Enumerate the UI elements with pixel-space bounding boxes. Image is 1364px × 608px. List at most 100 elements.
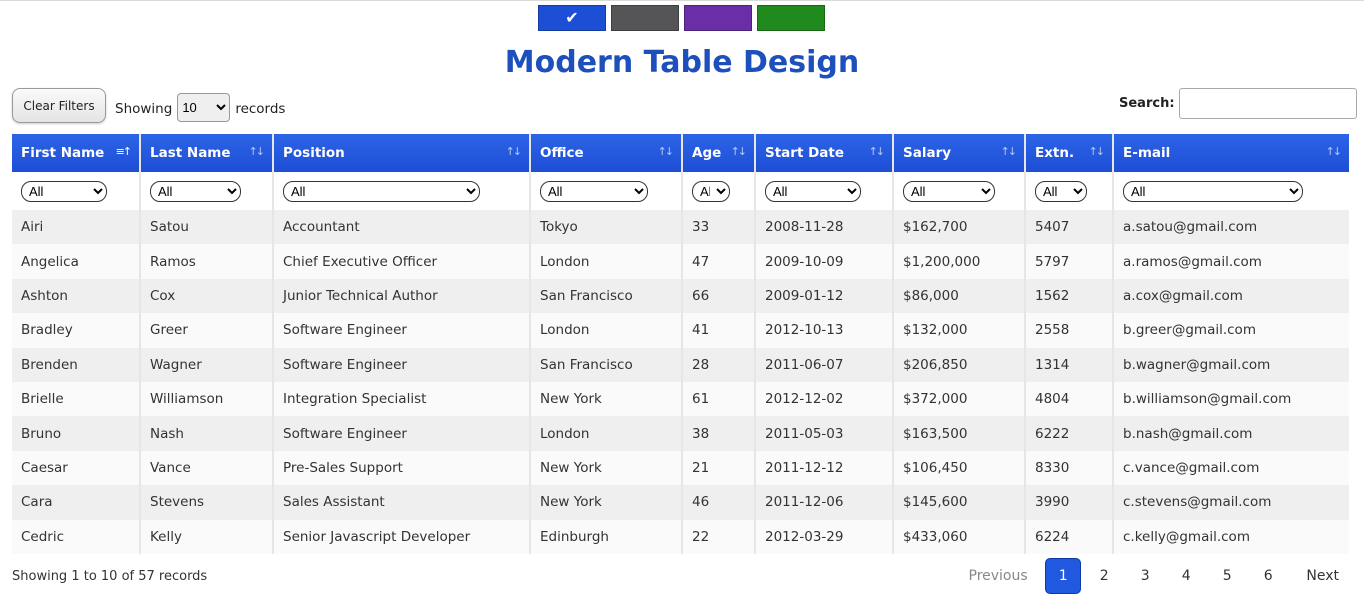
column-filter-select[interactable]: All xyxy=(692,180,730,202)
table-cell: New York xyxy=(530,485,683,520)
table-cell: 2011-05-03 xyxy=(755,416,894,451)
table-cell: Greer xyxy=(140,313,274,348)
column-header-label: Age xyxy=(692,145,722,161)
page-button[interactable]: 5 xyxy=(1209,558,1245,594)
table-row[interactable]: Brielle Williamson Integration Specialist N… xyxy=(12,381,1349,417)
table-cell: New York xyxy=(530,450,683,486)
column-header-label: Start Date xyxy=(765,145,845,161)
table-row[interactable]: Bruno Nash Software Engineer London 38 2011-0… xyxy=(12,416,1349,451)
page-button[interactable]: 4 xyxy=(1168,558,1204,594)
column-filter-select[interactable]: All xyxy=(540,180,648,202)
table-cell: 1314 xyxy=(1025,347,1114,382)
table-row[interactable]: Ashton Cox Junior Technical Author San Fran… xyxy=(12,278,1349,314)
theme-swatch-blue[interactable]: ✔ xyxy=(538,5,606,31)
table-cell: $106,450 xyxy=(893,450,1026,486)
table-cell: 2011-12-06 xyxy=(755,485,894,520)
column-header[interactable]: Extn. ↑↓ xyxy=(1025,134,1114,172)
column-filter-select[interactable]: All xyxy=(1035,180,1087,202)
column-filter-select[interactable]: All xyxy=(150,180,241,202)
data-table: First Name ≡↑ Last Name ↑↓ Position ↑↓ Office ↑… xyxy=(12,134,1349,554)
sort-icon: ↑↓ xyxy=(1325,145,1343,158)
table-cell: $162,700 xyxy=(893,210,1026,245)
table-row[interactable]: Caesar Vance Pre-Sales Support New York 21 20… xyxy=(12,450,1349,486)
page-button[interactable]: 1 xyxy=(1045,558,1082,594)
previous-page-button[interactable]: Previous xyxy=(963,558,1034,594)
records-label: records xyxy=(235,100,286,117)
next-page-button[interactable]: Next xyxy=(1297,558,1349,594)
table-cell: b.wagner@gmail.com xyxy=(1113,347,1349,382)
table-cell: $132,000 xyxy=(893,313,1026,348)
page-button[interactable]: 3 xyxy=(1127,558,1163,594)
table-cell: 5797 xyxy=(1025,244,1114,279)
table-cell: $1,200,000 xyxy=(893,244,1026,279)
table-cell: 6222 xyxy=(1025,416,1114,451)
table-cell: 2558 xyxy=(1025,313,1114,348)
table-cell: b.nash@gmail.com xyxy=(1113,416,1349,451)
table-cell: 61 xyxy=(682,381,756,417)
page-length-control: Showing 10 records xyxy=(115,93,286,122)
table-cell: 28 xyxy=(682,347,756,382)
table-cell: $145,600 xyxy=(893,485,1026,520)
column-header[interactable]: Start Date ↑↓ xyxy=(755,134,894,172)
sort-icon: ↑↓ xyxy=(248,145,266,158)
clear-filters-button[interactable]: Clear Filters xyxy=(12,88,106,123)
sort-icon: ↑↓ xyxy=(1088,145,1106,158)
table-cell: Brenden xyxy=(12,347,141,382)
table-cell: Integration Specialist xyxy=(273,381,531,417)
column-filter-select[interactable]: All xyxy=(765,180,861,202)
filter-row: All All All All All All All All All xyxy=(12,172,1349,210)
table-row[interactable]: Cedric Kelly Senior Javascript Developer Ed… xyxy=(12,519,1349,554)
table-cell: c.vance@gmail.com xyxy=(1113,450,1349,486)
filter-cell: All xyxy=(893,172,1026,210)
table-row[interactable]: Brenden Wagner Software Engineer San Franci… xyxy=(12,347,1349,382)
column-header[interactable]: Position ↑↓ xyxy=(273,134,531,172)
pagination: Previous 1 2 3 4 5 6 Next xyxy=(960,558,1351,594)
column-header[interactable]: Age ↑↓ xyxy=(682,134,756,172)
column-header[interactable]: Office ↑↓ xyxy=(530,134,683,172)
column-filter-select[interactable]: All xyxy=(21,180,107,202)
filter-cell: All xyxy=(12,172,141,210)
search-input[interactable] xyxy=(1178,88,1357,119)
table-cell: 1562 xyxy=(1025,278,1114,314)
table-cell: 46 xyxy=(682,485,756,520)
table-body: Airi Satou Accountant Tokyo 33 2008-11-28 $162… xyxy=(12,210,1349,554)
table-cell: Senior Javascript Developer xyxy=(273,519,531,554)
table-cell: Pre-Sales Support xyxy=(273,450,531,486)
sort-icon: ↑↓ xyxy=(1000,145,1018,158)
theme-swatch-gray[interactable] xyxy=(611,5,679,31)
table-cell: 8330 xyxy=(1025,450,1114,486)
column-filter-select[interactable]: All xyxy=(283,180,480,202)
table-cell: Vance xyxy=(140,450,274,486)
page-size-select[interactable]: 10 xyxy=(177,93,231,122)
table-row[interactable]: Airi Satou Accountant Tokyo 33 2008-11-28 $162… xyxy=(12,210,1349,245)
table-cell: 2012-10-13 xyxy=(755,313,894,348)
sort-ascending-icon: ≡↑ xyxy=(115,145,133,158)
table-cell: c.kelly@gmail.com xyxy=(1113,519,1349,554)
table-cell: New York xyxy=(530,381,683,417)
page-button[interactable]: 6 xyxy=(1250,558,1286,594)
table-cell: Airi xyxy=(12,210,141,245)
column-filter-select[interactable]: All xyxy=(1123,180,1303,202)
table-cell: 2009-10-09 xyxy=(755,244,894,279)
table-cell: Ashton xyxy=(12,278,141,314)
column-header[interactable]: Last Name ↑↓ xyxy=(140,134,274,172)
table-cell: Sales Assistant xyxy=(273,485,531,520)
column-header[interactable]: E-mail ↑↓ xyxy=(1113,134,1349,172)
column-filter-select[interactable]: All xyxy=(903,180,995,202)
table-cell: 2012-03-29 xyxy=(755,519,894,554)
table-cell: b.williamson@gmail.com xyxy=(1113,381,1349,417)
table-cell: $433,060 xyxy=(893,519,1026,554)
table-row[interactable]: Bradley Greer Software Engineer London 41 201… xyxy=(12,313,1349,348)
column-header[interactable]: Salary ↑↓ xyxy=(893,134,1026,172)
table-info: Showing 1 to 10 of 57 records xyxy=(12,569,208,584)
theme-swatch-green[interactable] xyxy=(757,5,825,31)
table-cell: Bruno xyxy=(12,416,141,451)
table-row[interactable]: Cara Stevens Sales Assistant New York 46 2011… xyxy=(12,485,1349,520)
table-row[interactable]: Angelica Ramos Chief Executive Officer Lond… xyxy=(12,244,1349,279)
page-button[interactable]: 2 xyxy=(1086,558,1122,594)
table-cell: Ramos xyxy=(140,244,274,279)
theme-swatch-purple[interactable] xyxy=(684,5,752,31)
column-header[interactable]: First Name ≡↑ xyxy=(12,134,141,172)
filter-cell: All xyxy=(1113,172,1349,210)
header-row: First Name ≡↑ Last Name ↑↓ Position ↑↓ Office ↑… xyxy=(12,134,1349,172)
